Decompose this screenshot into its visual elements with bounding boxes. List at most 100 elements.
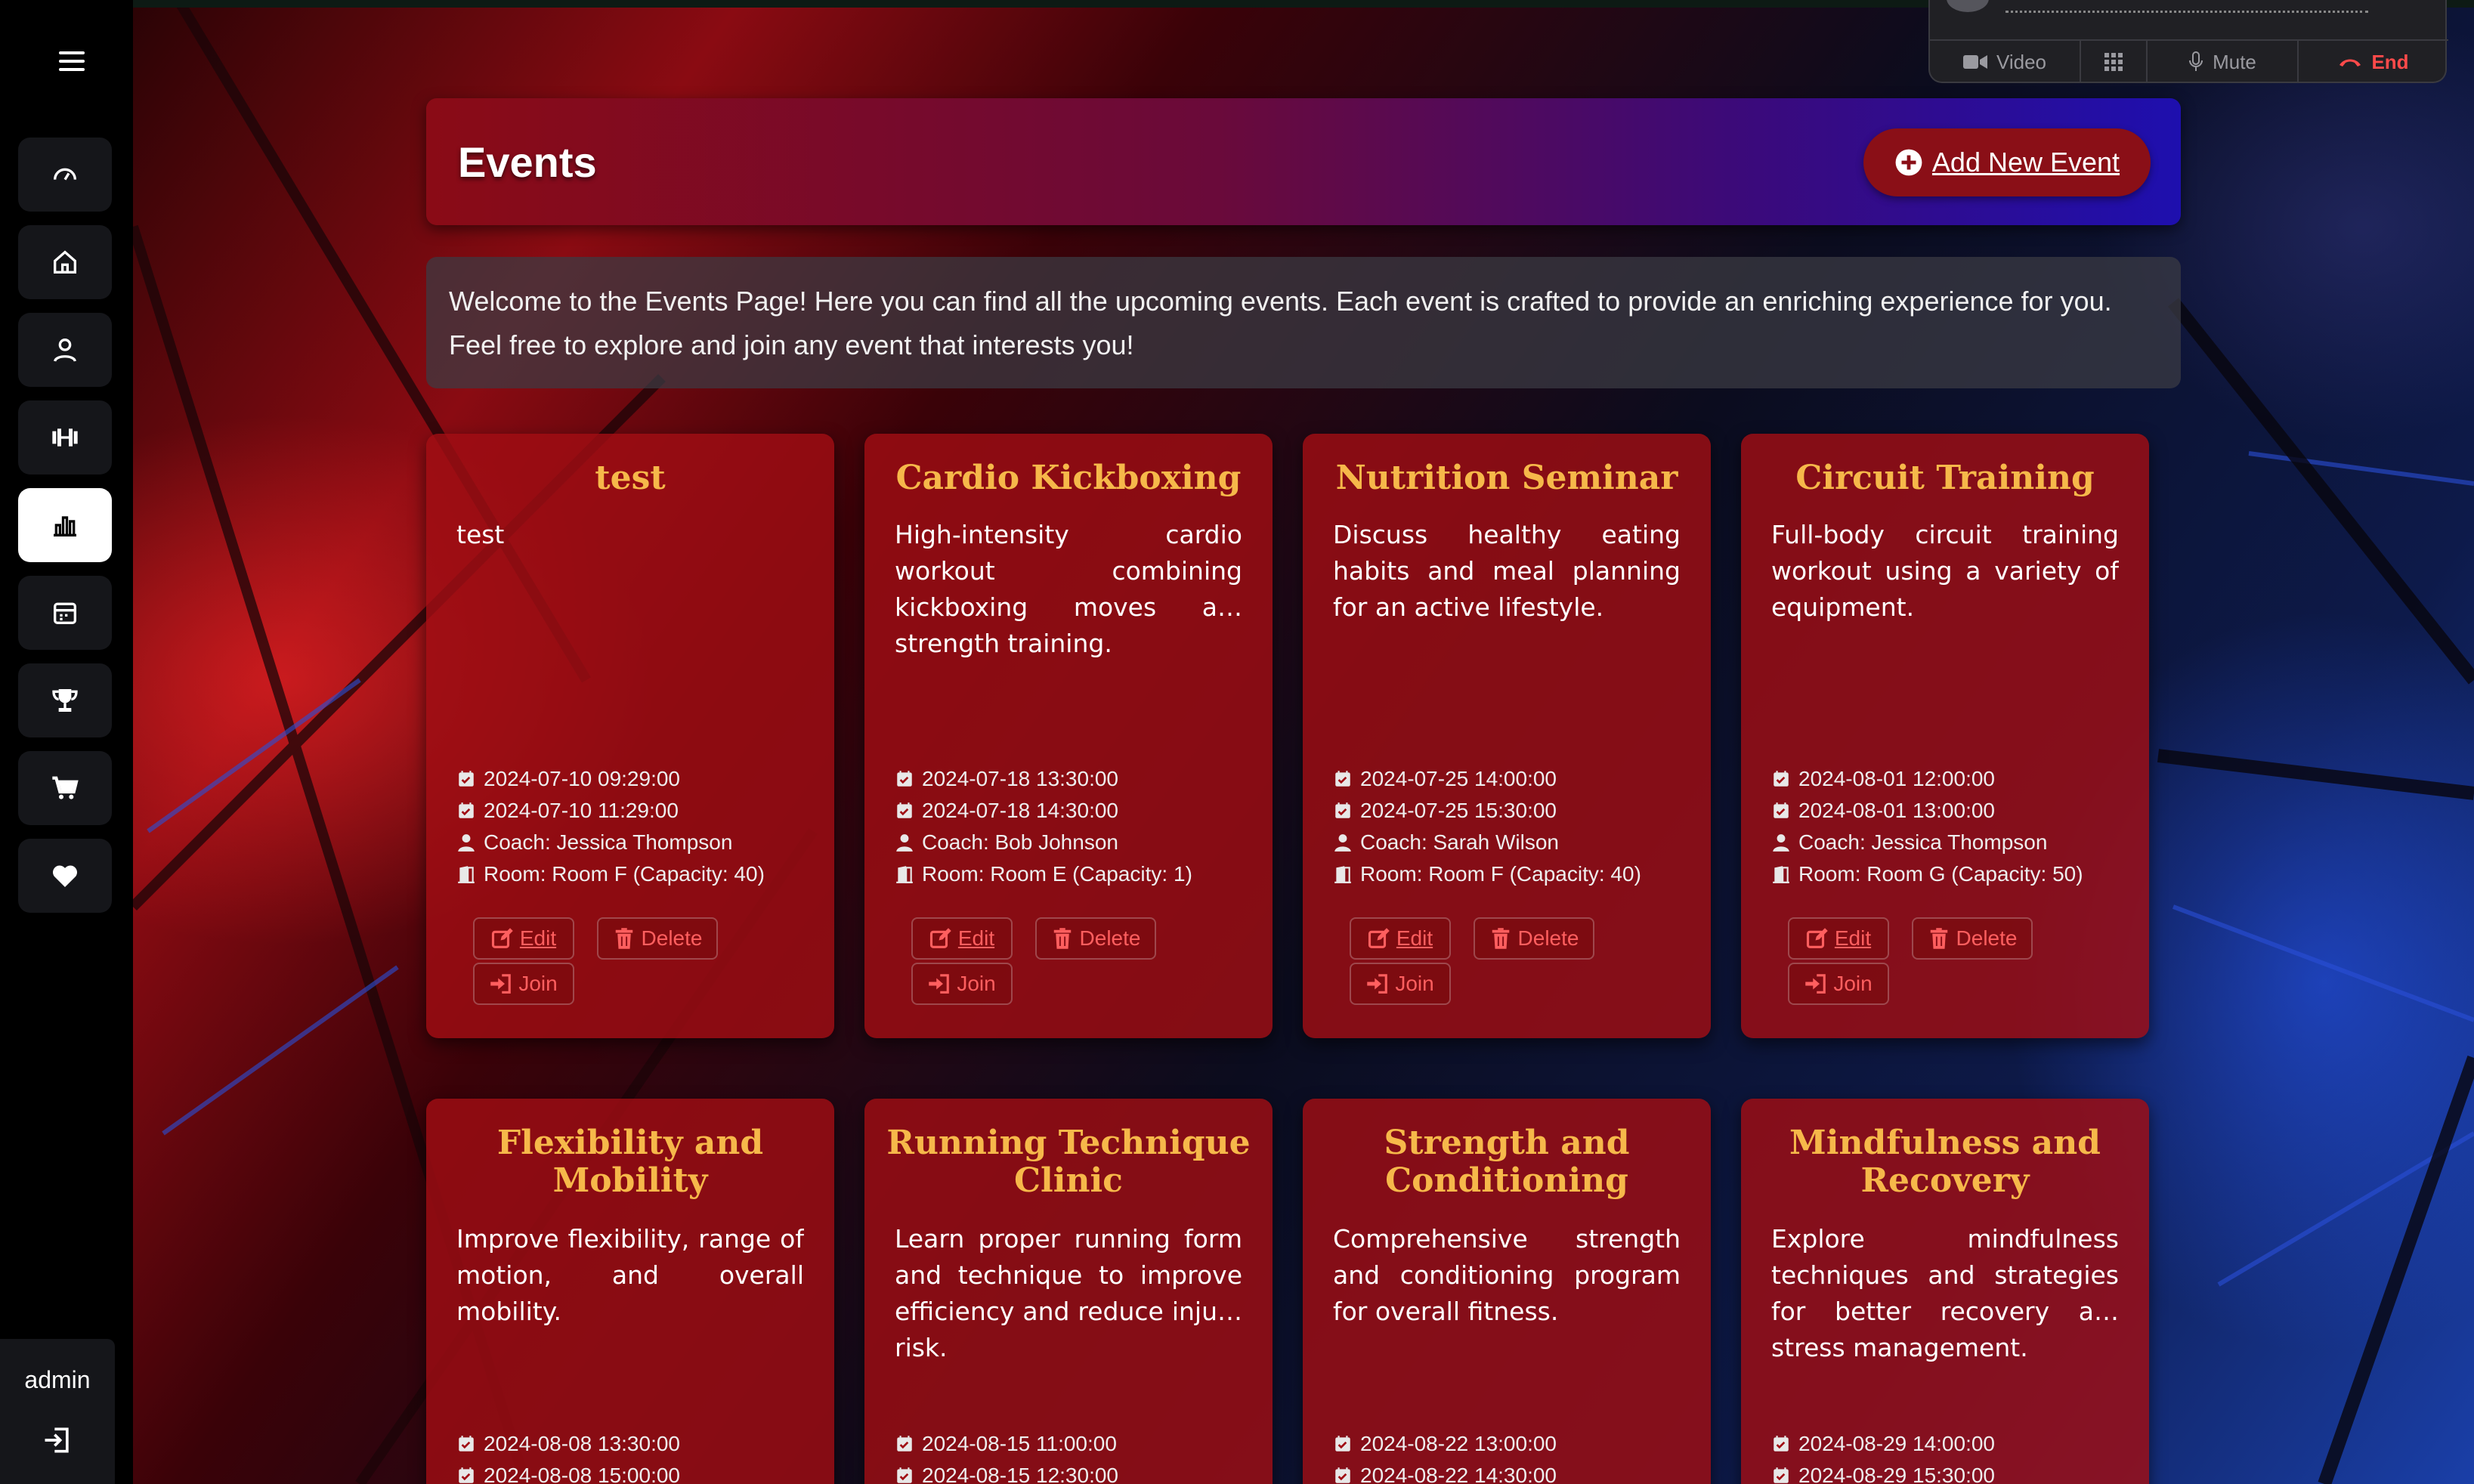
event-end-row: 2024-08-08 15:00:00 xyxy=(456,1460,812,1484)
calendar-check-icon xyxy=(1774,1467,1789,1483)
hang-up-icon xyxy=(2339,59,2361,66)
sidebar: admin xyxy=(0,0,133,1484)
user-icon xyxy=(1773,834,1789,852)
sidebar-item-dashboard[interactable] xyxy=(18,138,112,212)
event-start: 2024-08-08 13:30:00 xyxy=(484,1432,680,1455)
delete-button[interactable]: Delete xyxy=(597,917,718,960)
calendar-check-icon xyxy=(459,771,474,787)
door-icon xyxy=(1773,866,1789,883)
event-room-row: Room: Room G (Capacity: 50) xyxy=(1771,858,2126,890)
welcome-text: Welcome to the Events Page! Here you can… xyxy=(449,286,2112,360)
calendar-check-icon xyxy=(1774,802,1789,818)
event-room-row: Room: Room F (Capacity: 40) xyxy=(456,858,812,890)
heart-icon xyxy=(52,865,78,887)
event-end: 2024-08-08 15:00:00 xyxy=(484,1464,680,1484)
call-controls: Video Mute End xyxy=(1930,39,2448,83)
event-meta: 2024-08-08 13:30:00 2024-08-08 15:00:00 xyxy=(456,1428,812,1484)
delete-button[interactable]: Delete xyxy=(1474,917,1594,960)
event-title: test xyxy=(595,459,666,497)
gauge-icon xyxy=(54,168,76,181)
trash-icon xyxy=(1053,928,1071,949)
keypad-button[interactable] xyxy=(2081,41,2148,83)
event-coach-row: Coach: Sarah Wilson xyxy=(1333,827,1688,858)
sign-in-icon xyxy=(1367,974,1388,994)
event-title: Strength and Conditioning xyxy=(1384,1124,1630,1200)
event-description: test xyxy=(456,520,505,549)
event-end: 2024-08-29 15:30:00 xyxy=(1798,1464,1995,1484)
event-start-row: 2024-08-15 11:00:00 xyxy=(895,1428,1250,1460)
event-end: 2024-07-10 11:29:00 xyxy=(484,799,679,822)
calendar-check-icon xyxy=(1774,1436,1789,1452)
plus-circle-icon xyxy=(1895,149,1922,176)
sidebar-item-shop[interactable] xyxy=(18,751,112,825)
sidebar-item-stats[interactable] xyxy=(18,488,112,562)
event-meta: 2024-08-22 13:00:00 2024-08-22 14:30:00 xyxy=(1333,1428,1688,1484)
edit-button[interactable]: Edit xyxy=(911,917,1013,960)
event-card: test test 2024-07-10 09:29:00 2024-07-10 11… xyxy=(426,434,834,1038)
event-room: Room: Room E (Capacity: 1) xyxy=(922,862,1192,886)
mute-button[interactable]: Mute xyxy=(2148,41,2299,83)
event-description: High-intensity cardio workout combining … xyxy=(895,520,1242,658)
event-coach-row: Coach: Bob Johnson xyxy=(895,827,1250,858)
join-button[interactable]: Join xyxy=(1788,963,1889,1005)
end-call-button[interactable]: End xyxy=(2299,41,2448,83)
event-end-row: 2024-07-18 14:30:00 xyxy=(895,795,1250,827)
keypad-icon xyxy=(2104,53,2123,71)
edit-label: Edit xyxy=(957,926,995,950)
join-button[interactable]: Join xyxy=(473,963,574,1005)
event-coach-row: Coach: Jessica Thompson xyxy=(456,827,812,858)
event-room: Room: Room F (Capacity: 40) xyxy=(1360,862,1641,886)
user-icon xyxy=(458,834,475,852)
event-end-row: 2024-08-22 14:30:00 xyxy=(1333,1460,1688,1484)
add-new-event-label: Add New Event xyxy=(1931,147,2120,178)
join-button[interactable]: Join xyxy=(911,963,1013,1005)
dumbbell-icon xyxy=(52,428,78,447)
sidebar-item-home[interactable] xyxy=(18,225,112,299)
username: admin xyxy=(24,1366,91,1393)
logout-icon[interactable] xyxy=(41,1424,74,1457)
delete-button[interactable]: Delete xyxy=(1035,917,1156,960)
edit-button[interactable]: Edit xyxy=(1788,917,1889,960)
video-button[interactable]: Video xyxy=(1930,41,2081,83)
edit-button[interactable]: Edit xyxy=(1350,917,1451,960)
event-meta: 2024-07-25 14:00:00 2024-07-25 15:30:00 Co… xyxy=(1333,763,1688,890)
event-end: 2024-08-15 12:30:00 xyxy=(922,1464,1118,1484)
trash-icon xyxy=(615,928,632,949)
calendar-icon xyxy=(54,602,76,624)
event-title: Running Technique Clinic xyxy=(886,1124,1251,1200)
delete-label: Delete xyxy=(641,926,703,950)
calendar-check-icon xyxy=(1335,1436,1350,1452)
edit-label: Edit xyxy=(1396,926,1433,950)
event-end: 2024-07-18 14:30:00 xyxy=(922,799,1118,822)
call-status-line xyxy=(2005,11,2368,13)
calendar-check-icon xyxy=(1335,1467,1350,1483)
sidebar-item-trophies[interactable] xyxy=(18,663,112,737)
event-meta: 2024-08-29 14:00:00 2024-08-29 15:30:00 xyxy=(1771,1428,2126,1484)
sidebar-item-profile[interactable] xyxy=(18,313,112,387)
event-description: Learn proper running form and technique … xyxy=(895,1224,1242,1362)
add-new-event-button[interactable]: Add New Event xyxy=(1863,128,2151,196)
sidebar-item-workouts[interactable] xyxy=(18,400,112,475)
event-start-row: 2024-08-01 12:00:00 xyxy=(1771,763,2126,795)
event-start-row: 2024-07-18 13:30:00 xyxy=(895,763,1250,795)
edit-button[interactable]: Edit xyxy=(473,917,574,960)
sidebar-item-calendar[interactable] xyxy=(18,576,112,650)
events-header: Events Add New Event xyxy=(426,98,2181,225)
sidebar-item-favorites[interactable] xyxy=(18,839,112,913)
end-label: End xyxy=(2371,50,2409,73)
join-label: Join xyxy=(957,972,996,995)
join-button[interactable]: Join xyxy=(1350,963,1451,1005)
sign-in-icon xyxy=(1805,974,1826,994)
event-coach-row: Coach: Jessica Thompson xyxy=(1771,827,2126,858)
event-room-row: Room: Room E (Capacity: 1) xyxy=(895,858,1250,890)
user-icon xyxy=(1334,834,1351,852)
delete-button[interactable]: Delete xyxy=(1912,917,2033,960)
event-meta: 2024-08-15 11:00:00 2024-08-15 12:30:00 xyxy=(895,1428,1250,1484)
calendar-check-icon xyxy=(459,1436,474,1452)
delete-label: Delete xyxy=(1956,926,2018,950)
user-panel: admin xyxy=(0,1339,115,1484)
hamburger-menu-icon[interactable] xyxy=(59,51,85,71)
delete-label: Delete xyxy=(1079,926,1141,950)
event-coach: Coach: Jessica Thompson xyxy=(484,830,733,854)
event-description: Full-body circuit training workout using… xyxy=(1771,520,2119,622)
